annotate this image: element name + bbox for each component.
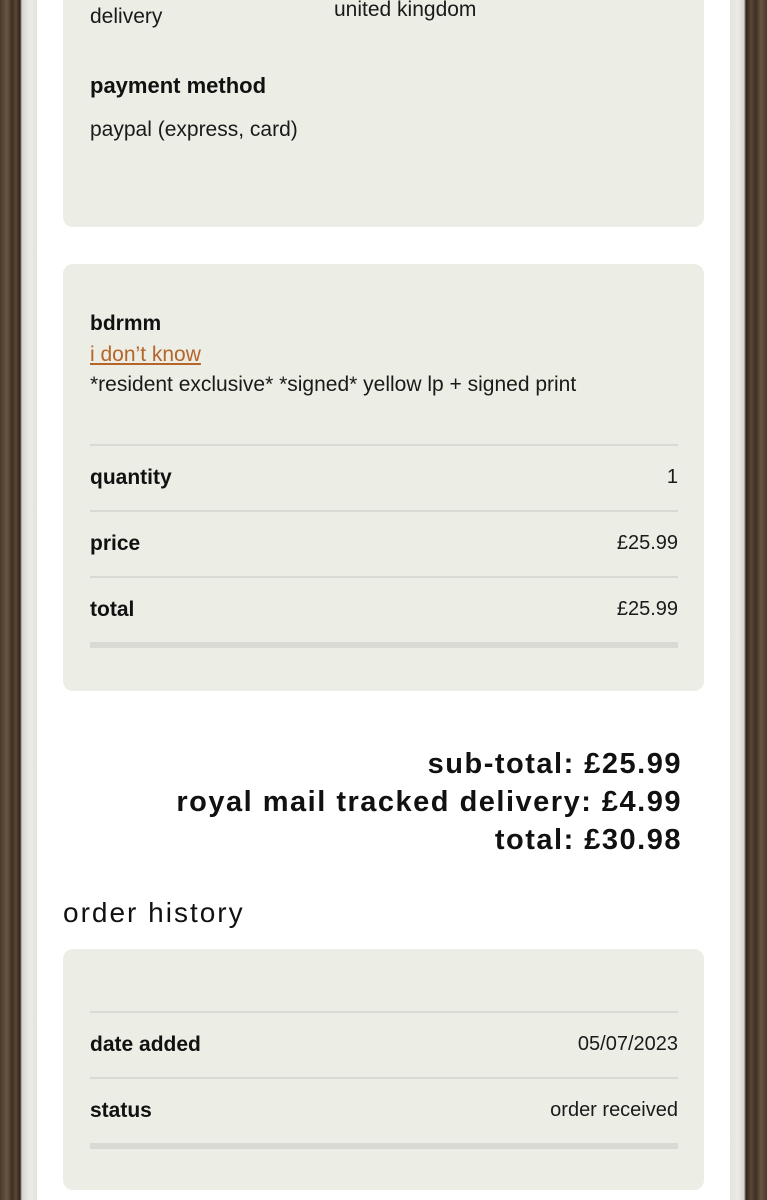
shipping-payment-panel: royal mail tracked delivery united kingd… (63, 0, 704, 227)
table-row: quantity 1 (90, 444, 678, 510)
row-label: status (90, 1099, 152, 1122)
table-row: total £25.99 (90, 576, 678, 642)
decorative-right-border (730, 0, 767, 1200)
row-label: total (90, 598, 135, 621)
table-row: status order received (90, 1077, 678, 1143)
row-label: price (90, 532, 141, 555)
order-history-table: date added 05/07/2023 status order recei… (90, 1011, 678, 1149)
subtotal-line: sub-total: £25.99 (427, 748, 682, 780)
row-value: £25.99 (616, 598, 678, 620)
product-panel: bdrmm i don’t know *resident exclusive* … (63, 264, 704, 691)
row-value: order received (550, 1099, 678, 1121)
row-value: £25.99 (616, 532, 678, 554)
grand-total-line: total: £30.98 (494, 824, 682, 856)
product-artist: bdrmm (90, 312, 162, 335)
product-summary-table: quantity 1 price £25.99 total £25.99 (90, 444, 678, 648)
payment-method-value: paypal (express, card) (90, 118, 298, 141)
table-row: date added 05/07/2023 (90, 1011, 678, 1077)
product-description: *resident exclusive* *signed* yellow lp … (90, 373, 577, 396)
order-totals: sub-total: £25.99 royal mail tracked del… (176, 745, 682, 859)
row-label: quantity (90, 466, 172, 489)
shipping-method-value: royal mail tracked delivery (90, 5, 163, 28)
product-album-link[interactable]: i don’t know (90, 343, 201, 367)
row-value: 1 (666, 466, 678, 488)
payment-method-label: payment method (90, 73, 267, 98)
delivery-line: royal mail tracked delivery: £4.99 (176, 786, 682, 818)
row-label: date added (90, 1033, 201, 1056)
table-bottom-divider (90, 642, 678, 648)
order-history-heading: order history (63, 897, 245, 928)
table-bottom-divider (90, 1143, 678, 1149)
table-row: price £25.99 (90, 510, 678, 576)
row-value: 05/07/2023 (577, 1033, 678, 1055)
shipping-country-value: united kingdom (334, 0, 477, 21)
decorative-left-border (0, 0, 37, 1200)
order-history-panel: date added 05/07/2023 status order recei… (63, 949, 704, 1190)
order-details-page: royal mail tracked delivery united kingd… (37, 0, 730, 1200)
